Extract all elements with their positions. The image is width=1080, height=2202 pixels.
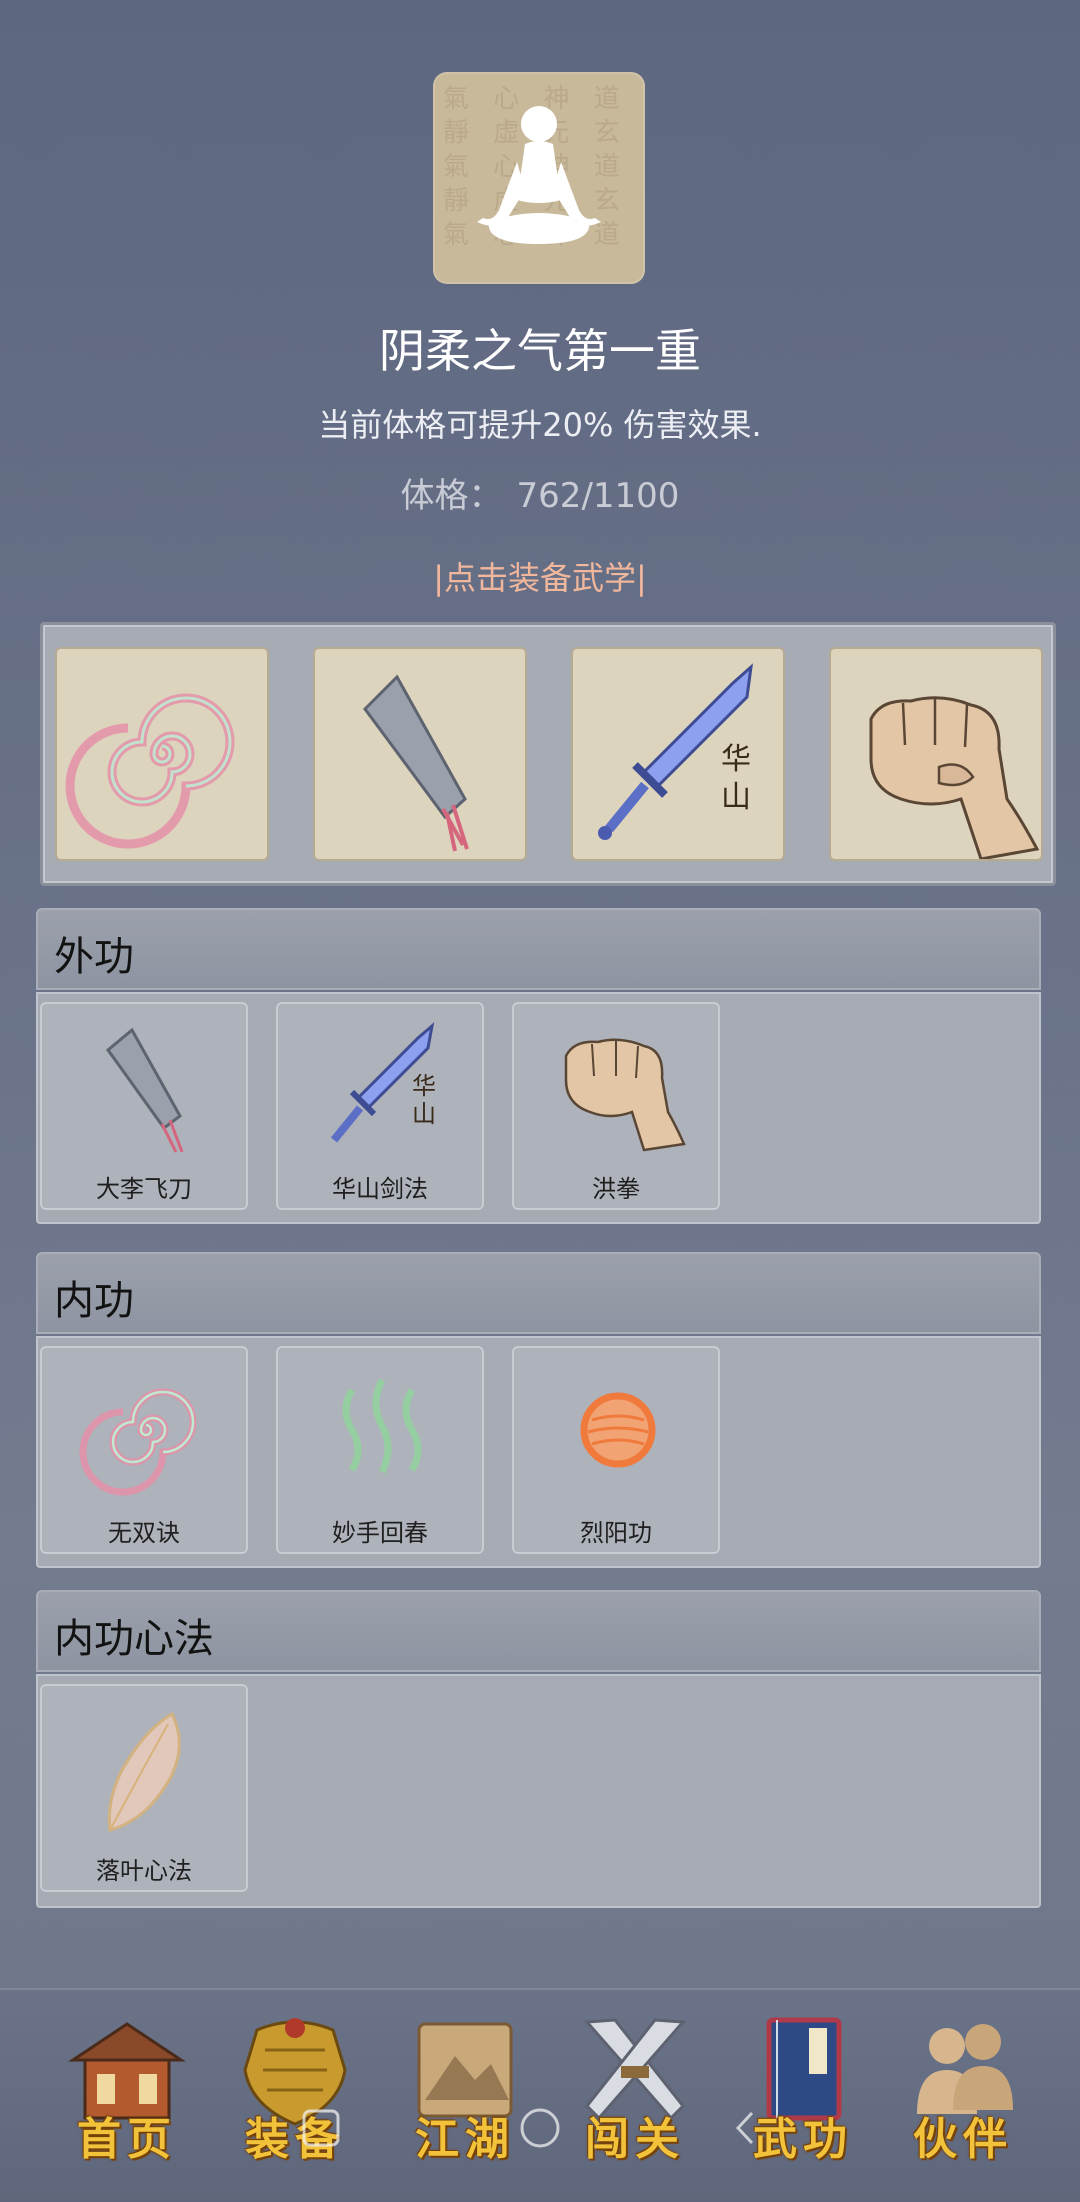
skill-card[interactable]: 洪拳 (512, 1002, 720, 1210)
section-body-waigong: 大李飞刀 华 山 华山剑法 洪拳 (36, 992, 1041, 1224)
sword-icon: 华 山 (330, 1022, 436, 1143)
system-nav-indicators (302, 2108, 754, 2148)
leaf-icon (107, 1711, 181, 1832)
stat-value: 762/1100 (516, 476, 680, 516)
meditation-avatar: 氣 心 神 道靜 虛 元 玄氣 心 神 道靜 虛 元 玄氣 心 神 道 (433, 72, 645, 284)
skill-label: 洪拳 (592, 1175, 640, 1203)
meditation-icon (477, 106, 601, 244)
skill-label: 妙手回春 (332, 1519, 428, 1547)
nav-label: 首页 (77, 2114, 177, 2165)
equip-slot-3[interactable]: 华 山 (571, 647, 785, 861)
section-header-xinfa: 内功心法 (36, 1590, 1041, 1672)
cleaver-icon (363, 674, 469, 852)
svg-text:华: 华 (721, 742, 751, 777)
nav-companions[interactable]: 伙伴 (888, 2010, 1038, 2185)
svg-text:山: 山 (412, 1100, 436, 1128)
fist-icon (869, 696, 1040, 859)
section-header-neigong: 内功 (36, 1252, 1041, 1334)
equip-slot-4[interactable] (829, 647, 1043, 861)
fist-icon (564, 1038, 686, 1152)
equip-link-label: 点击装备武学 (443, 559, 636, 597)
skill-label: 华山剑法 (332, 1175, 428, 1203)
nav-challenge[interactable]: 闯关 (560, 2010, 710, 2185)
nav-home[interactable]: 首页 (52, 2010, 202, 2185)
skill-label: 无双诀 (108, 1519, 180, 1547)
swirl-icon (65, 693, 235, 849)
skill-card[interactable]: 烈阳功 (512, 1346, 720, 1554)
equip-slot-1[interactable] (55, 647, 269, 861)
sun-orb-icon (580, 1392, 656, 1468)
sword-icon: 华 山 (598, 663, 754, 840)
steam-icon (342, 1378, 422, 1474)
section-header-waigong: 外功 (36, 908, 1041, 990)
skill-card[interactable]: 大李飞刀 (40, 1002, 248, 1210)
section-title: 外功 (54, 934, 134, 980)
bottom-navigation: 首页 装备 江湖 闯关 武功 伙伴 (0, 1988, 1080, 2202)
skill-card[interactable]: 无双诀 (40, 1346, 248, 1554)
nav-label: 伙伴 (913, 2114, 1013, 2165)
nav-equipment[interactable]: 装备 (220, 2010, 370, 2185)
cleaver-icon (105, 1027, 184, 1153)
section-body-neigong: 无双诀 妙手回春 烈阳功 (36, 1336, 1041, 1568)
constitution-stat: 体格： 762/1100 (0, 468, 1080, 517)
skill-card[interactable]: 落叶心法 (40, 1684, 248, 1892)
technique-description: 当前体格可提升20% 伤害效果. (318, 406, 762, 444)
skill-label: 落叶心法 (96, 1857, 192, 1885)
skill-card[interactable]: 华 山 华山剑法 (276, 1002, 484, 1210)
nav-martial-arts[interactable]: 武功 (728, 2010, 878, 2185)
equip-slot-2[interactable] (313, 647, 527, 861)
technique-title: 阴柔之气第一重 (379, 324, 701, 378)
stat-label: 体格： (400, 476, 503, 516)
equipped-slots-panel: 华 山 (40, 622, 1056, 886)
svg-text:华: 华 (412, 1072, 436, 1100)
swirl-icon (79, 1388, 197, 1496)
nav-jianghu[interactable]: 江湖 (390, 2010, 540, 2185)
section-body-xinfa: 落叶心法 (36, 1674, 1041, 1908)
skill-card[interactable]: 妙手回春 (276, 1346, 484, 1554)
section-title: 内功 (54, 1278, 134, 1324)
svg-text:山: 山 (721, 780, 751, 815)
skill-label: 烈阳功 (580, 1519, 652, 1547)
equip-martial-arts-link[interactable]: |点击装备武学| (0, 553, 1080, 599)
skill-label: 大李飞刀 (96, 1175, 192, 1203)
section-title: 内功心法 (54, 1616, 214, 1662)
